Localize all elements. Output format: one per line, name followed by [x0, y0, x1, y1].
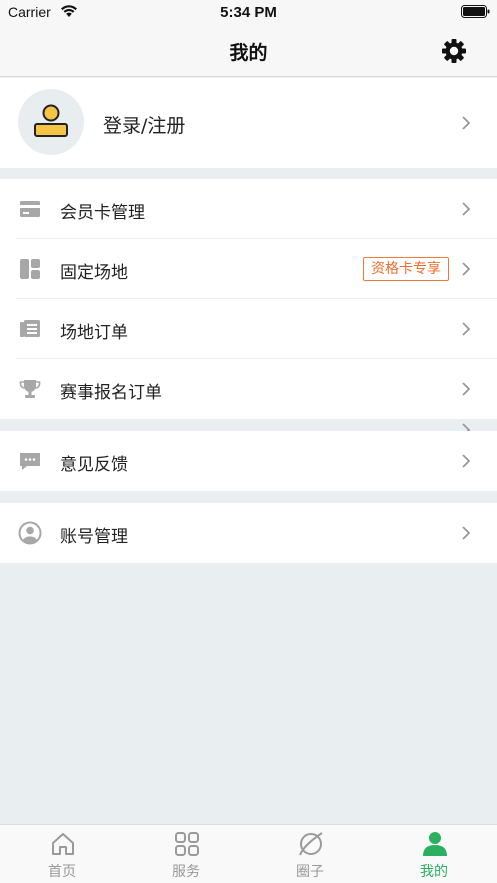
menu-item-venue-orders[interactable]: 场地订单	[0, 299, 497, 359]
trophy-icon	[19, 380, 41, 398]
planet-icon	[299, 832, 323, 856]
card-icon	[20, 201, 40, 217]
menu-item-label: 会员卡管理	[60, 203, 145, 223]
menu-item-label: 意见反馈	[60, 455, 128, 475]
tab-label: 我的	[420, 864, 448, 880]
menu-item-label: 赛事报名订单	[60, 383, 162, 403]
login-register-row[interactable]: 登录/注册	[0, 78, 497, 168]
menu-item-label: 账号管理	[60, 527, 128, 547]
tab-mine[interactable]: 我的	[372, 825, 496, 883]
menu-item-event-orders[interactable]: 赛事报名订单	[0, 359, 497, 419]
tab-bar: 首页 服务 圈子 我的	[0, 824, 497, 883]
menu-group-feedback: 意见反馈	[0, 431, 497, 491]
chevron-right-icon	[462, 322, 471, 336]
chevron-right-icon	[462, 454, 471, 468]
tab-label: 圈子	[296, 864, 324, 880]
person-icon	[423, 832, 447, 856]
menu-item-feedback[interactable]: 意见反馈	[0, 431, 497, 491]
gear-icon[interactable]	[440, 37, 468, 65]
tab-label: 服务	[172, 864, 200, 880]
tab-home[interactable]: 首页	[0, 825, 124, 883]
home-icon	[52, 833, 74, 855]
tab-services[interactable]: 服务	[124, 825, 248, 883]
status-time: 5:34 PM	[220, 4, 277, 21]
chevron-right-icon	[462, 116, 471, 130]
chevron-right-icon	[462, 202, 471, 216]
nav-bar: 我的	[0, 26, 497, 77]
menu-group-account: 账号管理	[0, 503, 497, 563]
user-avatar-icon	[34, 104, 68, 137]
menu-item-label: 场地订单	[60, 323, 128, 343]
battery-icon	[461, 5, 490, 18]
menu-group-main: 会员卡管理 固定场地 资格卡专享 场地订单 赛事报名订单	[0, 179, 497, 419]
menu-item-account[interactable]: 账号管理	[0, 503, 497, 563]
chevron-right-icon	[462, 526, 471, 540]
layout-icon	[20, 259, 40, 279]
tab-community[interactable]: 圈子	[248, 825, 372, 883]
status-bar: Carrier 5:34 PM	[0, 0, 497, 26]
menu-item-fixed-venue[interactable]: 固定场地 资格卡专享	[0, 239, 497, 299]
chevron-right-icon	[462, 262, 471, 276]
grid-icon	[175, 832, 199, 856]
account-icon	[18, 521, 42, 545]
chat-icon	[20, 453, 40, 470]
chevron-right-icon	[462, 382, 471, 396]
orders-icon	[20, 320, 40, 337]
menu-item-label: 固定场地	[60, 263, 128, 283]
tab-label: 首页	[48, 864, 76, 880]
qualification-badge: 资格卡专享	[363, 257, 449, 281]
page-title: 我的	[229, 42, 268, 64]
login-register-label: 登录/注册	[103, 115, 186, 137]
avatar	[18, 89, 84, 155]
menu-item-membership-card[interactable]: 会员卡管理	[0, 179, 497, 239]
